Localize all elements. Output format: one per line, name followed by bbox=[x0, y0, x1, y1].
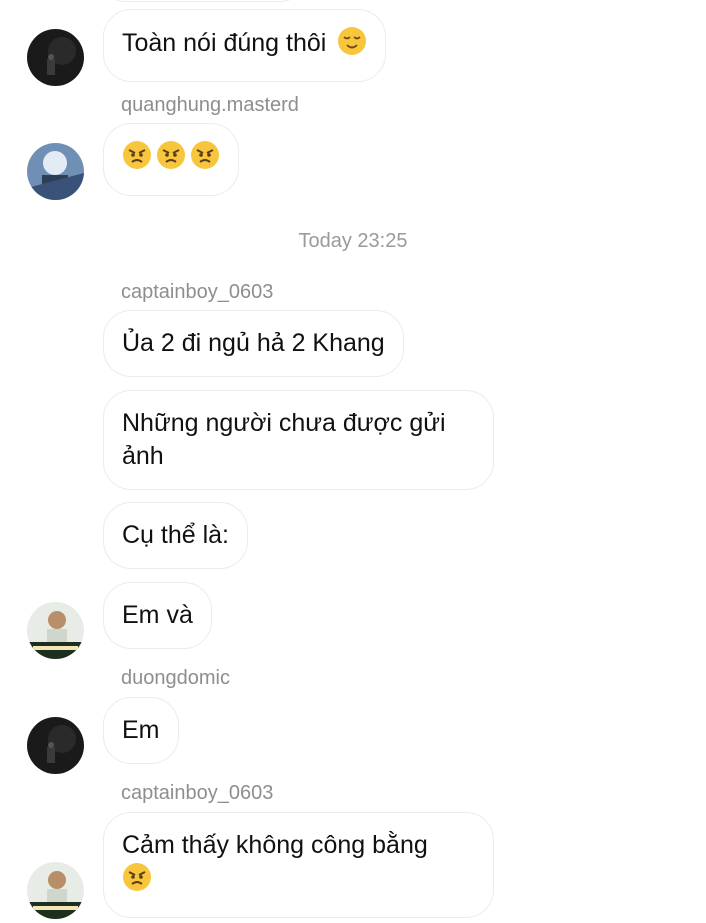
angry-face-icon bbox=[122, 862, 152, 901]
message-bubble[interactable]: Toàn nói đúng thôi bbox=[103, 9, 387, 82]
avatar-quanghung[interactable] bbox=[27, 143, 84, 200]
message-text: Cụ thể là: bbox=[122, 521, 230, 549]
avatar-captainboy[interactable] bbox=[27, 862, 84, 919]
message-text: Em bbox=[122, 716, 160, 744]
angry-face-icon bbox=[122, 140, 152, 179]
message-bubble[interactable]: Ủa 2 đi ngủ hả 2 Khang bbox=[103, 310, 404, 377]
timestamp-divider: Today 23:25 bbox=[298, 230, 408, 252]
message-bubble-partial bbox=[103, 0, 303, 2]
message-bubble[interactable]: Những người chưa được gửi ảnh bbox=[103, 390, 494, 490]
message-bubble[interactable] bbox=[103, 123, 239, 196]
message-text: Ủa 2 đi ngủ hả 2 Khang bbox=[122, 329, 385, 357]
message-bubble[interactable]: Cụ thể là: bbox=[103, 502, 249, 569]
sender-username: quanghung.masterd bbox=[121, 94, 299, 116]
message-bubble[interactable]: Em bbox=[103, 697, 179, 764]
angry-face-icon bbox=[190, 140, 220, 179]
relieved-face-icon bbox=[337, 26, 367, 65]
message-bubble[interactable]: Em và bbox=[103, 582, 212, 649]
message-bubble[interactable]: Cảm thấy không công bằng bbox=[103, 812, 494, 918]
message-text: Em và bbox=[122, 601, 193, 629]
avatar-captainboy[interactable] bbox=[27, 602, 84, 659]
message-text: Toàn nói đúng thôi bbox=[122, 29, 327, 57]
avatar-duongdomic[interactable] bbox=[27, 29, 84, 86]
message-text: Những người chưa được gửi ảnh bbox=[122, 409, 446, 470]
avatar-duongdomic[interactable] bbox=[27, 717, 84, 774]
sender-username: duongdomic bbox=[121, 667, 230, 689]
sender-username: captainboy_0603 bbox=[121, 281, 274, 303]
angry-face-icon bbox=[156, 140, 186, 179]
message-text: Cảm thấy không công bằng bbox=[122, 831, 428, 859]
sender-username: captainboy_0603 bbox=[121, 782, 274, 804]
